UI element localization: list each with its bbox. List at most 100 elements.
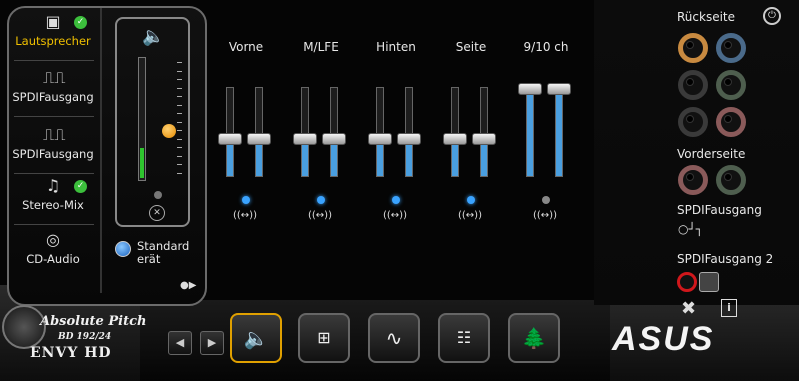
front-panel-label: Vorderseite — [677, 147, 746, 161]
channel-link-icon[interactable]: ((↔)) — [533, 210, 557, 221]
spdif-label: SPDIFausgang — [677, 203, 762, 217]
master-indicator-dot — [154, 191, 162, 199]
mute-icon[interactable]: ✕ — [149, 205, 165, 221]
channel-link-icon[interactable]: ((↔)) — [308, 210, 332, 221]
digital-signal-icon: ○┘┐ — [678, 222, 703, 236]
master-volume-fill — [140, 148, 144, 178]
prev-page-button[interactable]: ◀ — [168, 331, 192, 355]
channel-slider-thumb[interactable] — [218, 133, 242, 145]
equalizer-button[interactable]: ☷ — [438, 313, 490, 363]
standard-device-label: Standard erät — [137, 239, 190, 266]
digital-wave-icon: ⎍⎍ — [43, 68, 66, 87]
brand-line3: ENVY HD — [30, 345, 112, 361]
channel-slider-thumb[interactable] — [443, 133, 467, 145]
channel-label: Hinten — [376, 40, 416, 54]
front-jack-pink[interactable] — [678, 165, 708, 195]
waveform-button[interactable]: ∿ — [368, 313, 420, 363]
device-separator — [14, 224, 94, 225]
next-page-button[interactable]: ▶ — [200, 331, 224, 355]
device-separator — [14, 60, 94, 61]
channel-slider-thumb[interactable] — [293, 133, 317, 145]
front-jack-green[interactable] — [716, 165, 746, 195]
device-item[interactable]: ⎍⎍ SPDIFausgang — [12, 68, 94, 104]
device-label: CD-Audio — [26, 252, 80, 266]
master-volume-knob[interactable] — [162, 124, 176, 138]
device-item[interactable]: ⎍⎍ SPDIFausgang — [12, 125, 94, 161]
rear-panel-label: Rückseite — [677, 10, 736, 24]
rear-jack-orange[interactable] — [678, 33, 708, 63]
channel-label: 9/10 ch — [523, 40, 569, 54]
check-icon: ✓ — [74, 180, 87, 193]
channel-slider-thumb[interactable] — [472, 133, 496, 145]
channel-status-dot — [467, 196, 475, 204]
scale-tick — [177, 79, 182, 80]
speaker-icon: ▣ — [45, 12, 61, 31]
rear-jack-pink[interactable] — [716, 107, 746, 137]
power-icon[interactable]: ⏻ — [763, 7, 781, 25]
device-label: Lautsprecher — [15, 34, 91, 48]
brand-line1: Absolute Pitch — [40, 314, 147, 329]
rear-jack-blue[interactable] — [716, 33, 746, 63]
channel-status-dot — [242, 196, 250, 204]
channel-status-dot — [317, 196, 325, 204]
channel-status-dot — [542, 196, 550, 204]
device-item[interactable]: ▣ ✓ Lautsprecher — [12, 12, 94, 48]
scale-tick — [177, 113, 182, 114]
scale-tick — [177, 164, 182, 165]
scale-tick — [177, 121, 182, 123]
channel-link-icon[interactable]: ((↔)) — [233, 210, 257, 221]
scale-tick — [177, 96, 182, 97]
channel-label: M/LFE — [303, 40, 339, 54]
volume-tab-button[interactable]: 🔈 — [230, 313, 282, 363]
device-label: Stereo-Mix — [22, 198, 84, 212]
panel-divider — [100, 8, 102, 293]
device-separator — [14, 116, 94, 117]
channel-slider-thumb[interactable] — [368, 133, 392, 145]
channel-slider-fill — [527, 88, 533, 176]
channel-slider-thumb[interactable] — [247, 133, 271, 145]
info-icon[interactable]: i — [721, 299, 737, 317]
environment-button[interactable]: 🌲 — [508, 313, 560, 363]
coax-output-icon[interactable] — [677, 272, 697, 292]
channel-slider-thumb[interactable] — [518, 83, 542, 95]
channel-slider-fill — [556, 88, 562, 176]
standard-device-radio[interactable] — [115, 241, 131, 257]
settings-tools-icon[interactable]: ✖ — [681, 298, 696, 319]
check-icon: ✓ — [74, 16, 87, 29]
scale-tick — [177, 155, 182, 157]
channel-label: Vorne — [228, 40, 264, 54]
scale-tick — [177, 104, 182, 106]
device-label: SPDIFausgang — [12, 147, 94, 161]
channel-link-icon[interactable]: ((↔)) — [458, 210, 482, 221]
asus-logo: ASUS — [612, 320, 715, 358]
device-item[interactable]: ◎ CD-Audio — [12, 230, 94, 266]
channel-label: Seite — [455, 40, 487, 54]
rear-jack-green[interactable] — [716, 70, 746, 100]
rear-jack-black1[interactable] — [678, 70, 708, 100]
channel-slider-thumb[interactable] — [397, 133, 421, 145]
scale-tick — [177, 87, 182, 89]
digital-wave-icon: ⎍⎍ — [43, 125, 66, 144]
spdif2-label: SPDIFausgang 2 — [677, 252, 774, 266]
scale-tick — [177, 172, 182, 174]
optical-output-icon[interactable] — [699, 272, 719, 292]
scale-tick — [177, 138, 182, 140]
brand-line2: BD 192/24 — [58, 332, 112, 342]
speaker-config-button[interactable]: ⊞ — [298, 313, 350, 363]
channel-slider-thumb[interactable] — [547, 83, 571, 95]
more-arrow-icon[interactable]: ●▶ — [180, 280, 196, 291]
channel-status-dot — [392, 196, 400, 204]
device-item[interactable]: ♫ ✓ Stereo-Mix — [12, 176, 94, 212]
scale-tick — [177, 147, 182, 148]
device-label: SPDIFausgang — [12, 90, 94, 104]
device-separator — [14, 173, 94, 174]
music-note-icon: ♫ — [45, 176, 61, 195]
cd-icon: ◎ — [46, 230, 60, 249]
scale-tick — [177, 70, 182, 72]
channel-link-icon[interactable]: ((↔)) — [383, 210, 407, 221]
rear-jack-black2[interactable] — [678, 107, 708, 137]
scale-tick — [177, 62, 182, 63]
scale-tick — [177, 130, 182, 131]
channel-slider-thumb[interactable] — [322, 133, 346, 145]
speaker-volume-icon[interactable]: 🔈 — [142, 26, 164, 47]
